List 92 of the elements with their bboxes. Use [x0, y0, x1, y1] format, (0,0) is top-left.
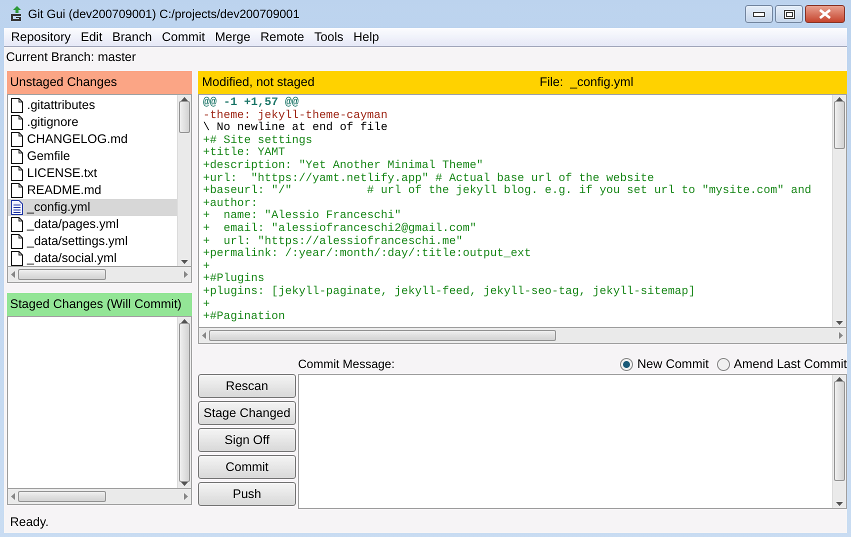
close-icon [819, 9, 831, 19]
file-icon [11, 115, 23, 130]
action-button[interactable]: Push [198, 482, 296, 506]
file-icon [11, 183, 23, 198]
diff-line: + [203, 260, 210, 273]
vertical-scrollbar[interactable] [832, 375, 846, 508]
diff-line: + [203, 298, 210, 310]
commit-message-label: Commit Message: [298, 356, 395, 373]
scroll-left-icon[interactable] [11, 493, 15, 500]
menu-item[interactable]: Tools [309, 28, 348, 46]
file-icon [11, 217, 23, 232]
diff-line: -theme: jekyll-theme-cayman [203, 110, 388, 122]
diff-line: + email: "alessiofranceschi2@gmail.com" [203, 222, 476, 236]
diff-line: +baseurl: "/" # url of the jekyll blog. e.g. if you set url to "mysite.com" and [203, 185, 812, 198]
diff-line: +permalink: /:year/:month/:day/:title:output_ext [203, 248, 532, 261]
file-list-item[interactable]: _data/pages.yml [8, 216, 177, 233]
menu-item[interactable]: Help [348, 28, 384, 46]
scroll-down-icon[interactable] [181, 260, 188, 264]
action-button[interactable]: Stage Changed [198, 401, 296, 425]
diff-line: +url: "https://yamt.netlify.app" # Actual base url of the website [203, 172, 654, 185]
scroll-down-icon[interactable] [836, 321, 843, 325]
file-list-item[interactable]: _data/settings.yml [8, 233, 177, 250]
maximize-button[interactable] [775, 5, 803, 23]
diff-line: \ No newline at end of file [203, 122, 388, 134]
scroll-thumb[interactable] [18, 269, 106, 280]
menu-item[interactable]: Edit [76, 28, 108, 46]
file-icon [11, 166, 23, 181]
file-list-item[interactable]: .gitignore [8, 114, 177, 131]
diff-line: +#Plugins [203, 273, 265, 286]
diff-line: +description: "Yet Another Minimal Theme" [203, 160, 484, 172]
current-branch-label: Current Branch: master [5, 49, 137, 66]
diff-line: +plugins: [jekyll-paginate, jekyll-feed, jekyll-seo-tag, jekyll-sitemap] [203, 286, 696, 298]
scroll-thumb[interactable] [834, 381, 845, 481]
file-list-item[interactable]: .gitattributes [8, 97, 177, 114]
action-button[interactable]: Rescan [198, 374, 296, 398]
scroll-left-icon[interactable] [11, 271, 15, 278]
menu-item[interactable]: Remote [255, 28, 310, 46]
commit-mode-radio[interactable]: New Commit [620, 354, 709, 374]
scroll-thumb[interactable] [179, 101, 190, 133]
file-icon [11, 234, 23, 249]
scroll-right-icon[interactable] [839, 332, 843, 339]
commit-mode-radio[interactable]: Amend Last Commit [716, 354, 847, 374]
file-name: _config.yml [570, 75, 634, 90]
minimize-button[interactable] [745, 5, 773, 23]
horizontal-scrollbar[interactable] [7, 267, 192, 283]
file-icon [11, 132, 23, 147]
scroll-right-icon[interactable] [184, 493, 188, 500]
diff-line: +title: YAMT [203, 147, 286, 160]
file-label: File: [540, 75, 564, 90]
file-list-item[interactable]: CHANGELOG.md [8, 131, 177, 148]
unstaged-changes-header: Unstaged Changes [7, 71, 192, 94]
horizontal-scrollbar[interactable] [7, 489, 192, 505]
maximize-icon [784, 10, 794, 18]
diff-line: +author: [203, 198, 258, 210]
scroll-thumb[interactable] [18, 491, 106, 502]
menu-item[interactable]: Branch [107, 28, 157, 46]
commit-message-field[interactable] [298, 374, 847, 509]
diff-line: + url: "https://alessiofranceschi.me" [203, 236, 463, 248]
vertical-scrollbar[interactable] [177, 317, 191, 488]
file-list-item[interactable]: _data/social.yml [8, 250, 177, 266]
scroll-thumb[interactable] [209, 330, 556, 341]
file-icon [11, 149, 23, 164]
scroll-thumb[interactable] [834, 101, 845, 149]
action-button[interactable]: Sign Off [198, 428, 296, 452]
close-button[interactable] [805, 5, 845, 23]
staged-changes-header: Staged Changes (Will Commit) [7, 293, 192, 316]
document-icon [11, 200, 23, 215]
scroll-down-icon[interactable] [836, 502, 843, 506]
file-icon [11, 98, 23, 113]
vertical-scrollbar[interactable] [177, 95, 191, 266]
diff-line: + name: "Alessio Franceschi" [203, 210, 402, 222]
minimize-icon [753, 12, 765, 16]
file-list-item[interactable]: LICENSE.txt [8, 165, 177, 182]
action-button[interactable]: Commit [198, 455, 296, 479]
diff-line: +#Pagination [203, 311, 286, 324]
scroll-right-icon[interactable] [184, 271, 188, 278]
menu-item[interactable]: Merge [210, 28, 256, 46]
status-bar-text: Ready. [9, 514, 50, 531]
diff-line: +# Site settings [203, 134, 312, 147]
menu-item[interactable]: Commit [156, 28, 210, 46]
file-list-item[interactable]: README.md [8, 182, 177, 199]
diff-line: @@ -1 +1,57 @@ [203, 97, 299, 110]
window-title: Git Gui (dev200709001) C:/projects/dev200709001 [28, 6, 300, 23]
file-list-item[interactable]: _config.yml [8, 199, 177, 216]
scroll-thumb[interactable] [179, 323, 190, 482]
file-list-item[interactable]: Gemfile [8, 148, 177, 165]
menu-item[interactable]: Repository [6, 28, 76, 46]
app-icon [10, 6, 24, 22]
vertical-scrollbar[interactable] [832, 95, 846, 327]
horizontal-scrollbar[interactable] [198, 328, 847, 344]
scroll-left-icon[interactable] [202, 332, 206, 339]
file-status-label: Modified, not staged [202, 74, 315, 92]
